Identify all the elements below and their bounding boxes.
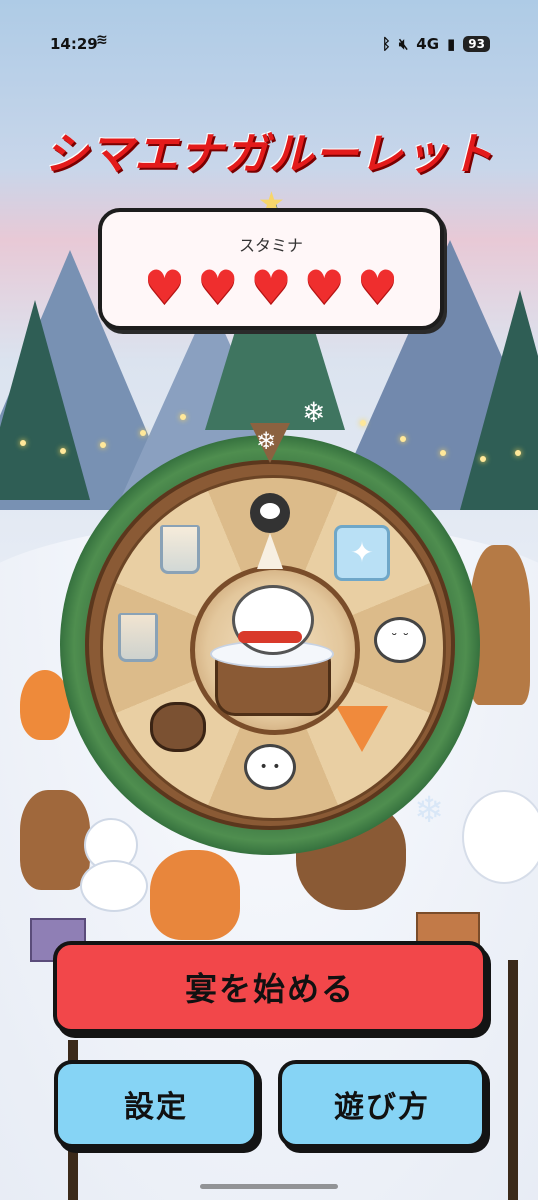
- ice-cube-icon: ✦: [334, 525, 390, 581]
- street-lamp: [508, 960, 518, 1200]
- heart-icon: ♥: [303, 260, 345, 314]
- segment-empty-glass: [108, 607, 168, 667]
- snowflake-icon: ❄: [256, 427, 277, 455]
- bird-icon: • •: [244, 744, 296, 790]
- stamina-hearts: ♥ ♥ ♥ ♥ ♥: [102, 262, 440, 312]
- glass-icon: [118, 612, 158, 662]
- segment-empty-glass: [150, 519, 210, 579]
- status-time: 14:29: [50, 35, 98, 53]
- segment-fox: [332, 699, 392, 759]
- segment-bear: [148, 697, 208, 757]
- home-indicator[interactable]: [200, 1184, 338, 1189]
- red-scarf: [238, 631, 302, 643]
- game-screen: ★ ❄ ❄ 14:29 ≋ ᛒ 🔇︎ 4G ▮ 93 シマエナガルーレット スタ…: [0, 0, 538, 1200]
- heart-icon: ♥: [356, 260, 399, 314]
- how-to-play-button[interactable]: 遊び方: [278, 1060, 486, 1148]
- segment-ice-cube: ✦: [332, 523, 392, 583]
- bear-icon: [150, 702, 206, 752]
- stamina-card: スタミナ ♥ ♥ ♥ ♥ ♥: [98, 208, 444, 330]
- bomb-icon: [250, 493, 290, 533]
- stamina-label: スタミナ: [238, 236, 303, 255]
- settings-button[interactable]: 設定: [54, 1060, 258, 1148]
- heart-icon: ♥: [143, 260, 186, 314]
- network-label: 4G: [416, 35, 440, 53]
- mute-icon: 🔇︎: [398, 35, 409, 53]
- heart-icon: ♥: [250, 260, 292, 314]
- status-icons: ᛒ 🔇︎ 4G ▮ 93: [382, 35, 490, 53]
- center-arrow-icon: [257, 533, 283, 569]
- start-feast-button[interactable]: 宴を始める: [53, 941, 487, 1033]
- shima-enaga-bird: [232, 585, 314, 655]
- bird-icon: ˘ ˘: [374, 617, 426, 663]
- signal-icon: ▮: [447, 35, 456, 53]
- status-bar: 14:29 ≋ ᛒ 🔇︎ 4G ▮ 93: [0, 0, 538, 86]
- roulette-wheel[interactable]: ✦ ˘ ˘ • • ❄: [60, 423, 480, 855]
- battery-level: 93: [463, 36, 490, 52]
- snowman-body: [80, 860, 148, 912]
- bluetooth-icon: ᛒ: [381, 35, 391, 53]
- snowflake-icon: ❄: [302, 396, 326, 429]
- glass-icon: [160, 524, 200, 574]
- wifi-icon: ≋: [96, 32, 108, 48]
- heart-icon: ♥: [197, 260, 239, 314]
- segment-bird-sleeping: ˘ ˘: [370, 610, 430, 670]
- fox-icon: [336, 706, 388, 752]
- fox: [150, 850, 240, 940]
- segment-bird-face: • •: [240, 737, 300, 797]
- game-title: シマエナガルーレット: [44, 129, 494, 180]
